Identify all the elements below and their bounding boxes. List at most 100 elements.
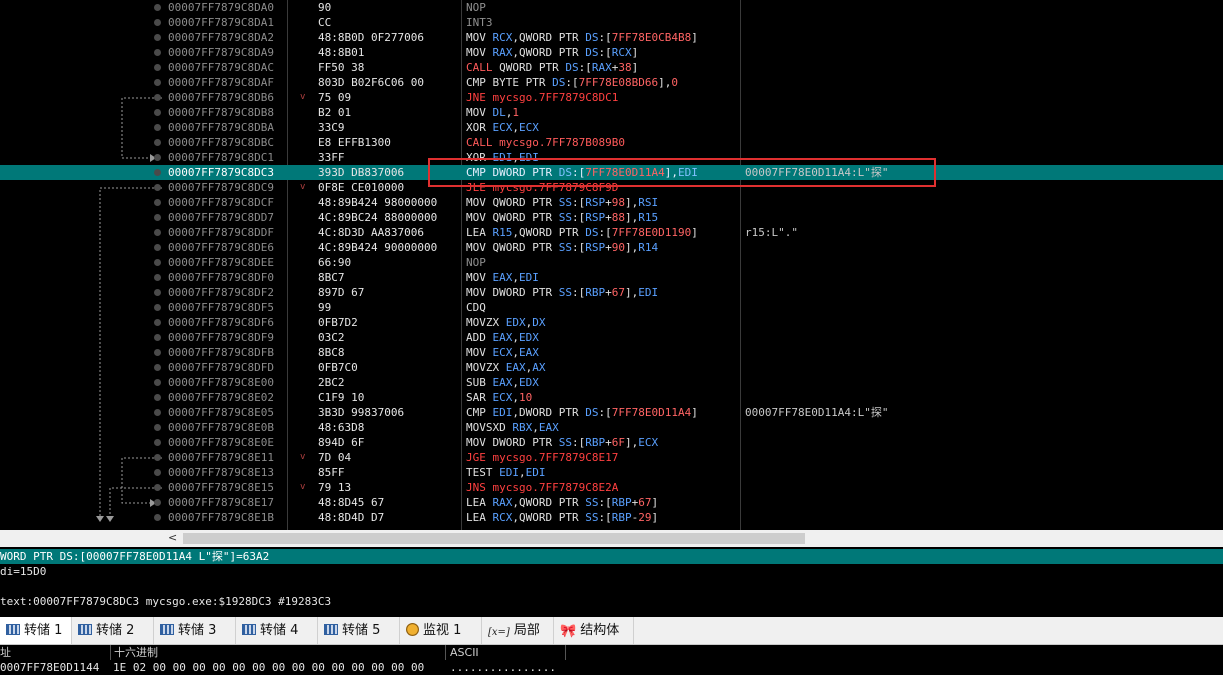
instruction-token: :[ (565, 76, 579, 89)
disasm-row[interactable]: 00007FF7879C8DEE 66:90 NOP (0, 255, 1223, 270)
breakpoint-dot-icon[interactable] (154, 169, 161, 176)
disasm-row[interactable]: 00007FF7879C8DA9 48:8B01 MOV RAX,QWORD PTR… (0, 45, 1223, 60)
disasm-row[interactable]: 00007FF7879C8E17 48:8D45 67 LEA RAX,QWORD … (0, 495, 1223, 510)
disasm-row[interactable]: 00007FF7879C8E05 3B3D 99837006 CMP EDI,DWO… (0, 405, 1223, 420)
disasm-row[interactable]: 00007FF7879C8DB6 v 75 09 JNE mycsgo.7FF7879… (0, 90, 1223, 105)
disasm-row[interactable]: 00007FF7879C8DF0 8BC7 MOV EAX,EDI (0, 270, 1223, 285)
breakpoint-dot-icon[interactable] (154, 409, 161, 416)
disasm-row[interactable]: 00007FF7879C8DF5 99 CDQ (0, 300, 1223, 315)
breakpoint-dot-icon[interactable] (154, 334, 161, 341)
disasm-row[interactable]: 00007FF7879C8DFB 8BC8 MOV ECX,EAX (0, 345, 1223, 360)
instruction-token: RBP (611, 511, 632, 524)
disasm-row[interactable]: 00007FF7879C8E0E 894D 6F MOV DWORD PTR SS:… (0, 435, 1223, 450)
breakpoint-dot-icon[interactable] (154, 379, 161, 386)
tab-struct-7[interactable]: 🎀 结构体 (554, 617, 634, 644)
instruction-token: RSP (585, 196, 606, 209)
disasm-row[interactable]: 00007FF7879C8E02 C1F9 10 SAR ECX,10 (0, 390, 1223, 405)
disasm-row[interactable]: 00007FF7879C8DFD 0FB7C0 MOVZX EAX,AX (0, 360, 1223, 375)
instruction-address: 00007FF7879C8DEE (168, 256, 274, 269)
disasm-row[interactable]: 00007FF7879C8DE6 4C:89B424 90000000 MOV QW… (0, 240, 1223, 255)
breakpoint-dot-icon[interactable] (154, 64, 161, 71)
breakpoint-dot-icon[interactable] (154, 364, 161, 371)
tab-memory-dump-3[interactable]: 转储 4 (236, 617, 318, 644)
breakpoint-dot-icon[interactable] (154, 499, 161, 506)
breakpoint-dot-icon[interactable] (154, 154, 161, 161)
breakpoint-dot-icon[interactable] (154, 94, 161, 101)
instruction-token: ,DWORD PTR (512, 406, 586, 419)
breakpoint-dot-icon[interactable] (154, 19, 161, 26)
tab-memory-dump-0[interactable]: 转储 1 (0, 617, 72, 644)
disasm-row[interactable]: 00007FF7879C8DBC E8 EFFB1300 CALL mycsgo.7… (0, 135, 1223, 150)
memory-row[interactable]: 0007FF78E0D1144 1E 02 00 00 00 00 00 00 … (0, 660, 1223, 674)
breakpoint-dot-icon[interactable] (154, 349, 161, 356)
breakpoint-dot-icon[interactable] (154, 109, 161, 116)
disasm-row[interactable]: 00007FF7879C8DA0 90 NOP (0, 0, 1223, 15)
instruction-token: 7FF78E08BD66 (578, 76, 659, 89)
tab-watch-5[interactable]: 监视 1 (400, 617, 482, 644)
disasm-row[interactable]: 00007FF7879C8E15 v 79 13 JNS mycsgo.7FF7879… (0, 480, 1223, 495)
breakpoint-dot-icon[interactable] (154, 424, 161, 431)
breakpoint-dot-icon[interactable] (154, 304, 161, 311)
header-divider (445, 645, 446, 660)
tab-memory-dump-1[interactable]: 转储 2 (72, 617, 154, 644)
disasm-row[interactable]: 00007FF7879C8E1B 48:8D4D D7 LEA RCX,QWORD … (0, 510, 1223, 525)
breakpoint-dot-icon[interactable] (154, 394, 161, 401)
scroll-thumb[interactable] (183, 533, 805, 544)
disasm-row[interactable]: 00007FF7879C8DAC FF50 38 CALL QWORD PTR DS… (0, 60, 1223, 75)
breakpoint-dot-icon[interactable] (154, 79, 161, 86)
breakpoint-dot-icon[interactable] (154, 289, 161, 296)
breakpoint-dot-icon[interactable] (154, 49, 161, 56)
tab-locals-6[interactable]: [x=] 局部 (482, 617, 554, 644)
disasm-row[interactable]: 00007FF7879C8E00 2BC2 SUB EAX,EDX (0, 375, 1223, 390)
scroll-left-arrow[interactable]: < (168, 531, 177, 544)
instruction-token: mycsgo.7FF7879C8DC1 (492, 91, 619, 104)
breakpoint-dot-icon[interactable] (154, 274, 161, 281)
instruction-comment: 00007FF78E0D11A4:L"探" (745, 406, 889, 419)
disasm-row[interactable]: 00007FF7879C8DB8 B2 01 MOV DL,1 (0, 105, 1223, 120)
instruction-token: LEA (466, 226, 493, 239)
disasm-row[interactable]: 00007FF7879C8DDF 4C:8D3D AA837006 LEA R15,… (0, 225, 1223, 240)
instruction-bytes: 4C:89B424 90000000 (318, 241, 438, 254)
breakpoint-dot-icon[interactable] (154, 319, 161, 326)
jump-indicator-icon: v (300, 452, 306, 462)
tab-memory-dump-4[interactable]: 转储 5 (318, 617, 400, 644)
breakpoint-dot-icon[interactable] (154, 514, 161, 521)
breakpoint-dot-icon[interactable] (154, 244, 161, 251)
breakpoint-dot-icon[interactable] (154, 199, 161, 206)
breakpoint-dot-icon[interactable] (154, 469, 161, 476)
disasm-row[interactable]: 00007FF7879C8DF6 0FB7D2 MOVZX EDX,DX (0, 315, 1223, 330)
breakpoint-dot-icon[interactable] (154, 214, 161, 221)
disasm-row[interactable]: 00007FF7879C8DF2 897D 67 MOV DWORD PTR SS:… (0, 285, 1223, 300)
horizontal-scrollbar[interactable]: < (0, 530, 1223, 547)
disasm-row[interactable]: 00007FF7879C8E13 85FF TEST EDI,EDI (0, 465, 1223, 480)
instruction-token: SUB (466, 376, 493, 389)
disasm-row[interactable]: 00007FF7879C8DD7 4C:89BC24 88000000 MOV QW… (0, 210, 1223, 225)
instruction-token: TEST (466, 466, 500, 479)
disasm-row[interactable]: 00007FF7879C8E0B 48:63D8 MOVSXD RBX,EAX (0, 420, 1223, 435)
instruction-bytes: 2BC2 (318, 376, 345, 389)
breakpoint-dot-icon[interactable] (154, 139, 161, 146)
instruction-token: 1 (512, 106, 519, 119)
breakpoint-dot-icon[interactable] (154, 454, 161, 461)
disasm-row[interactable]: 00007FF7879C8DAF 803D B02F6C06 00 CMP BYTE… (0, 75, 1223, 90)
disasm-row[interactable]: 00007FF7879C8DA2 48:8B0D 0F277006 MOV RCX,… (0, 30, 1223, 45)
disassembly-view[interactable]: 00007FF7879C8DA0 90 NOP 00007FF7879C8DA1 CC I… (0, 0, 1223, 530)
instruction-token: 7FF78E0D11A4 (611, 406, 692, 419)
disasm-row[interactable]: 00007FF7879C8DA1 CC INT3 (0, 15, 1223, 30)
breakpoint-dot-icon[interactable] (154, 4, 161, 11)
breakpoint-dot-icon[interactable] (154, 484, 161, 491)
instruction-text: SAR ECX,10 (466, 390, 532, 405)
tab-memory-dump-2[interactable]: 转储 3 (154, 617, 236, 644)
instruction-text: MOV QWORD PTR SS:[RSP+88],R15 (466, 210, 658, 225)
breakpoint-dot-icon[interactable] (154, 34, 161, 41)
disasm-row[interactable]: 00007FF7879C8DBA 33C9 XOR ECX,ECX (0, 120, 1223, 135)
breakpoint-dot-icon[interactable] (154, 124, 161, 131)
breakpoint-dot-icon[interactable] (154, 229, 161, 236)
disasm-row[interactable]: 00007FF7879C8E11 v 7D 04 JGE mycsgo.7FF7879… (0, 450, 1223, 465)
disasm-row[interactable]: 00007FF7879C8DCF 48:89B424 98000000 MOV QW… (0, 195, 1223, 210)
breakpoint-dot-icon[interactable] (154, 184, 161, 191)
breakpoint-dot-icon[interactable] (154, 439, 161, 446)
breakpoint-dot-icon[interactable] (154, 259, 161, 266)
instruction-token: CMP (466, 76, 493, 89)
disasm-row[interactable]: 00007FF7879C8DF9 03C2 ADD EAX,EDX (0, 330, 1223, 345)
